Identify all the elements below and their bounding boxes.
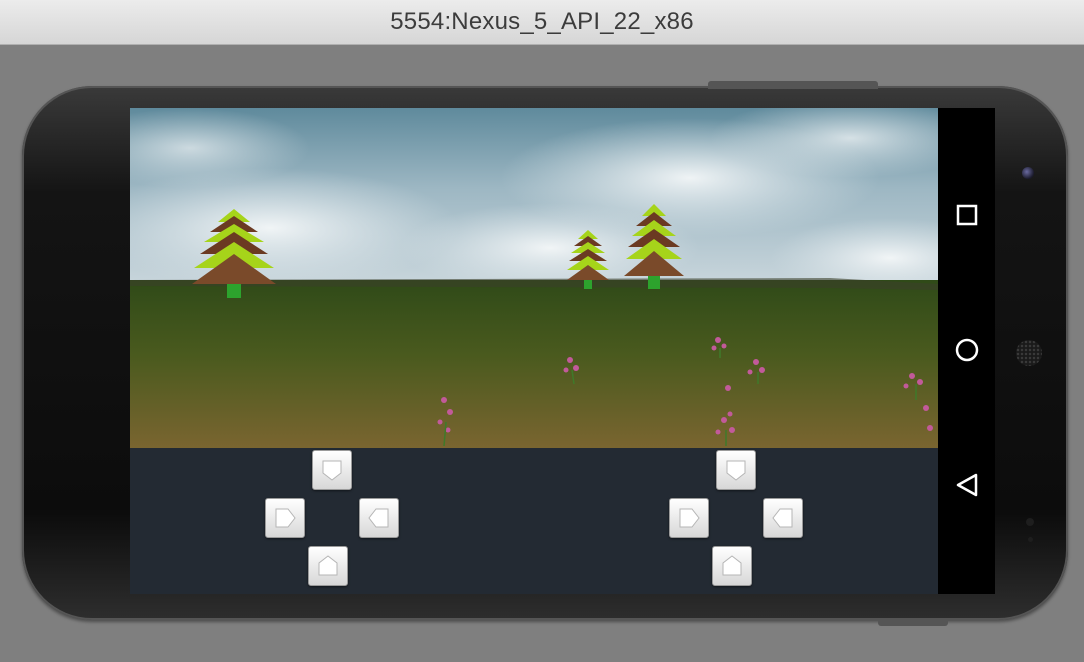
left-pad-right-button[interactable] (359, 498, 399, 538)
recents-icon (956, 204, 978, 226)
control-panel (130, 448, 938, 594)
home-button[interactable] (952, 335, 982, 365)
device-screen[interactable] (130, 108, 938, 594)
arrow-up-icon (318, 555, 338, 576)
window-title: 5554:Nexus_5_API_22_x86 (390, 8, 694, 35)
arrow-left-icon (368, 508, 389, 528)
front-camera-icon (1022, 167, 1034, 179)
left-pad-up-button[interactable] (312, 450, 352, 490)
arrow-left-icon (772, 508, 793, 528)
back-icon (956, 473, 978, 497)
right-pad-left-button[interactable] (669, 498, 709, 538)
arrow-down-icon (726, 460, 746, 481)
ground (130, 280, 938, 448)
right-pad-down-button[interactable] (712, 546, 752, 586)
power-button[interactable] (708, 81, 878, 89)
proximity-sensor (1026, 518, 1034, 526)
arrow-down-icon (322, 460, 342, 481)
arrow-right-icon (275, 508, 296, 528)
game-viewport[interactable] (130, 108, 938, 448)
recents-button[interactable] (952, 200, 982, 230)
right-pad-up-button[interactable] (716, 450, 756, 490)
left-pad-down-button[interactable] (308, 546, 348, 586)
emulator-title-bar: 5554:Nexus_5_API_22_x86 (0, 0, 1084, 45)
light-sensor (1028, 537, 1033, 542)
volume-button[interactable] (878, 618, 948, 626)
android-navigation-bar (938, 108, 995, 594)
right-pad-right-button[interactable] (763, 498, 803, 538)
back-button[interactable] (952, 470, 982, 500)
speaker-grille-icon (1016, 340, 1042, 366)
arrow-up-icon (722, 555, 742, 576)
home-icon (955, 338, 979, 362)
arrow-right-icon (679, 508, 700, 528)
left-pad-left-button[interactable] (265, 498, 305, 538)
